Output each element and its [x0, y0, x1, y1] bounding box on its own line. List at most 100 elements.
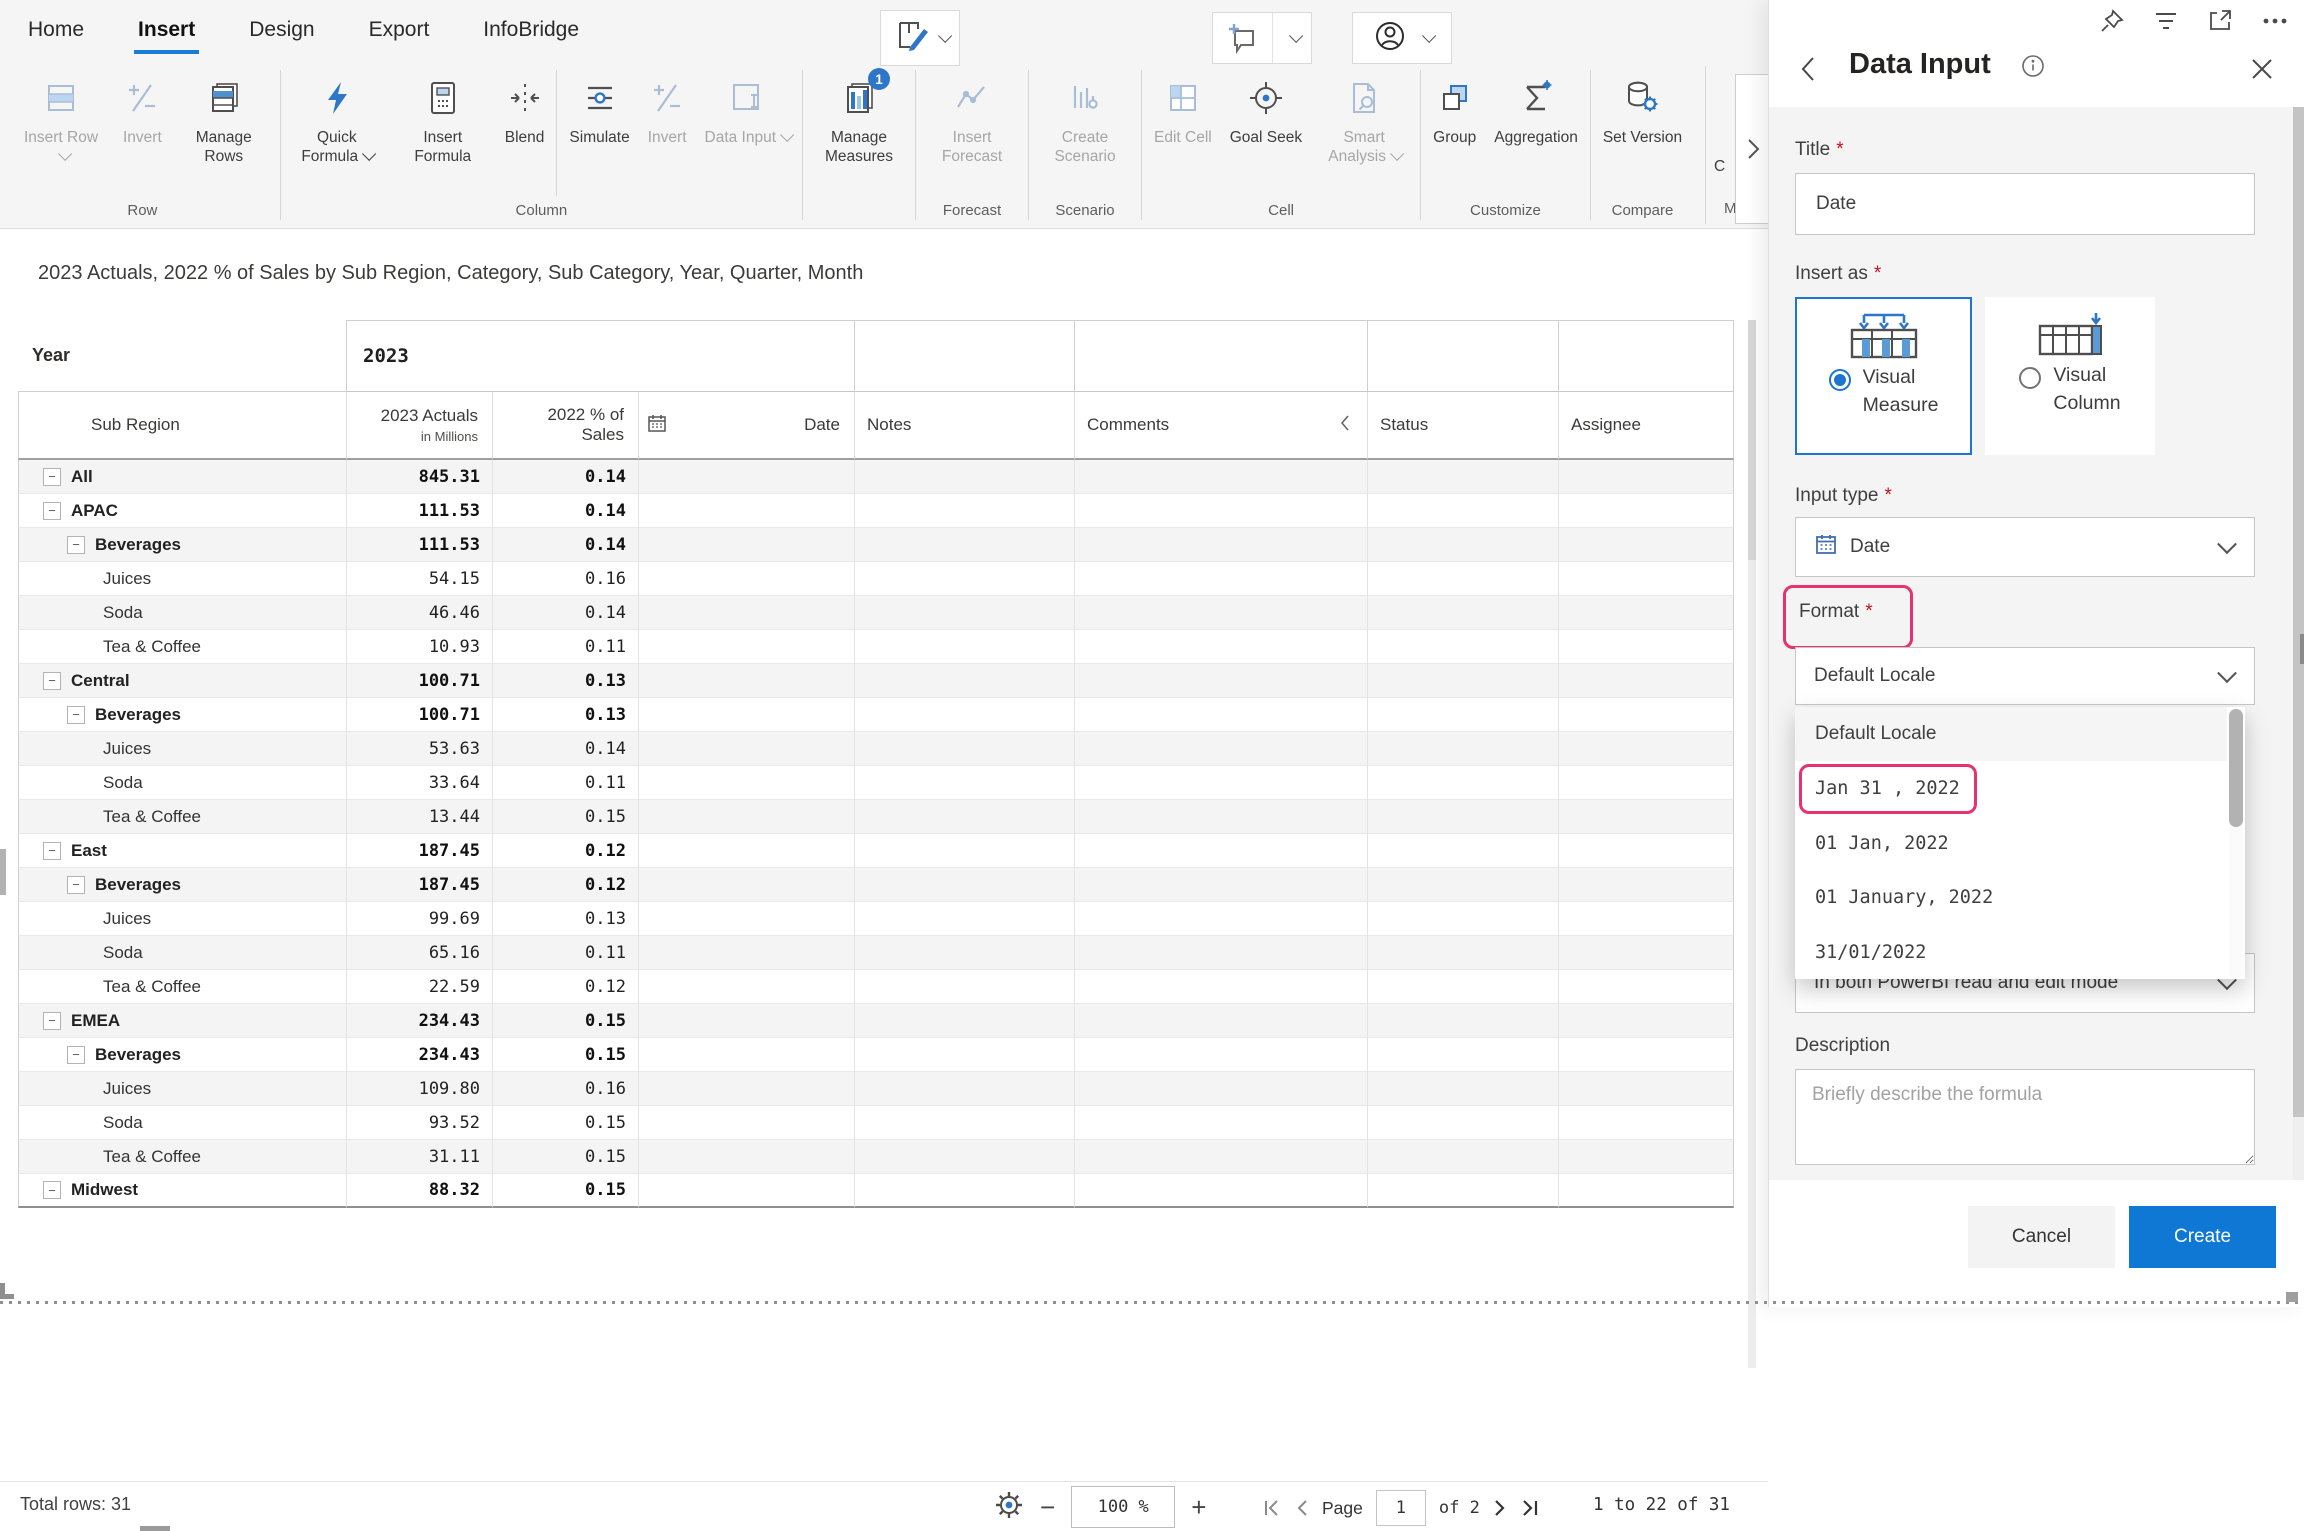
actuals-value-cell[interactable]: 93.52 — [346, 1106, 492, 1140]
pct-sales-value-cell[interactable]: 0.13 — [492, 664, 638, 698]
insert-formula-button[interactable]: Insert Formula — [390, 66, 496, 166]
pct-sales-value-cell[interactable]: 0.14 — [492, 732, 638, 766]
date-cell[interactable] — [638, 868, 854, 902]
row-name-cell[interactable]: Soda — [18, 936, 346, 970]
manage-measures-button[interactable]: 1Manage Measures — [806, 66, 912, 166]
assignee-cell[interactable] — [1558, 1072, 1734, 1106]
notes-cell[interactable] — [854, 1174, 1074, 1208]
column-header-date[interactable]: Date — [638, 392, 854, 460]
collapse-row-icon[interactable]: − — [43, 502, 61, 520]
actuals-value-cell[interactable]: 54.15 — [346, 562, 492, 596]
row-name-cell[interactable]: −EMEA — [18, 1004, 346, 1038]
notes-cell[interactable] — [854, 630, 1074, 664]
column-header-status[interactable]: Status — [1367, 392, 1558, 460]
status-cell[interactable] — [1367, 460, 1558, 494]
visual-column-card[interactable]: Visual Column — [1985, 297, 2155, 455]
format-option[interactable]: 31/01/2022 — [1795, 925, 2227, 979]
assignee-cell[interactable] — [1558, 902, 1734, 936]
date-cell[interactable] — [638, 1038, 854, 1072]
actuals-value-cell[interactable]: 31.11 — [346, 1140, 492, 1174]
format-option-annotated[interactable]: Jan 31 , 2022 — [1795, 761, 2227, 815]
comments-cell[interactable] — [1074, 834, 1367, 868]
collapse-row-icon[interactable]: − — [67, 876, 85, 894]
row-name-cell[interactable]: −Central — [18, 664, 346, 698]
assignee-cell[interactable] — [1558, 1174, 1734, 1208]
comments-cell[interactable] — [1074, 528, 1367, 562]
pct-sales-value-cell[interactable]: 0.14 — [492, 528, 638, 562]
status-cell[interactable] — [1367, 766, 1558, 800]
collapse-row-icon[interactable]: − — [43, 672, 61, 690]
notes-cell[interactable] — [854, 494, 1074, 528]
status-cell[interactable] — [1367, 1004, 1558, 1038]
collapse-row-icon[interactable]: − — [67, 706, 85, 724]
pct-sales-value-cell[interactable]: 0.16 — [492, 562, 638, 596]
data-input-button[interactable]: Data Input — [696, 66, 800, 147]
row-name-cell[interactable]: −Midwest — [18, 1174, 346, 1208]
actuals-value-cell[interactable]: 187.45 — [346, 834, 492, 868]
status-cell[interactable] — [1367, 1140, 1558, 1174]
assignee-cell[interactable] — [1558, 834, 1734, 868]
pct-sales-value-cell[interactable]: 0.12 — [492, 868, 638, 902]
year-value-cell[interactable]: 2023 — [346, 320, 854, 392]
notes-cell[interactable] — [854, 732, 1074, 766]
smart-analysis-button[interactable]: Smart Analysis — [1311, 66, 1417, 166]
status-cell[interactable] — [1367, 630, 1558, 664]
actuals-value-cell[interactable]: 10.93 — [346, 630, 492, 664]
notes-cell[interactable] — [854, 936, 1074, 970]
row-name-cell[interactable]: −All — [18, 460, 346, 494]
close-icon[interactable] — [2249, 56, 2275, 87]
status-cell[interactable] — [1367, 1174, 1558, 1208]
row-name-cell[interactable]: Soda — [18, 596, 346, 630]
actuals-value-cell[interactable]: 100.71 — [346, 664, 492, 698]
assignee-cell[interactable] — [1558, 1106, 1734, 1140]
status-cell[interactable] — [1367, 834, 1558, 868]
status-cell[interactable] — [1367, 698, 1558, 732]
status-cell[interactable] — [1367, 936, 1558, 970]
settings-gear-icon[interactable] — [994, 1490, 1024, 1525]
description-textarea[interactable] — [1795, 1069, 2255, 1165]
actuals-value-cell[interactable]: 53.63 — [346, 732, 492, 766]
comments-cell[interactable] — [1074, 868, 1367, 902]
tab-infobridge[interactable]: InfoBridge — [481, 14, 581, 46]
date-cell[interactable] — [638, 1174, 854, 1208]
notes-cell[interactable] — [854, 596, 1074, 630]
date-cell[interactable] — [638, 1106, 854, 1140]
more-options-icon[interactable] — [2261, 8, 2289, 39]
pct-sales-value-cell[interactable]: 0.13 — [492, 698, 638, 732]
collapse-row-icon[interactable]: − — [43, 1181, 61, 1199]
pct-sales-value-cell[interactable]: 0.14 — [492, 596, 638, 630]
actuals-value-cell[interactable]: 33.64 — [346, 766, 492, 800]
notes-cell[interactable] — [854, 800, 1074, 834]
first-page-icon[interactable] — [1262, 1498, 1282, 1518]
status-cell[interactable] — [1367, 528, 1558, 562]
pct-sales-value-cell[interactable]: 0.14 — [492, 494, 638, 528]
chevron-down-icon[interactable] — [1273, 33, 1311, 43]
date-cell[interactable] — [638, 1004, 854, 1038]
row-name-cell[interactable]: Juices — [18, 902, 346, 936]
date-cell[interactable] — [638, 460, 854, 494]
collapse-left-icon[interactable] — [1339, 414, 1351, 437]
status-cell[interactable] — [1367, 1072, 1558, 1106]
back-icon[interactable] — [1797, 54, 1819, 89]
simulate-button[interactable]: Simulate — [560, 66, 638, 147]
row-name-cell[interactable]: −Beverages — [18, 868, 346, 902]
format-option[interactable]: Default Locale — [1795, 707, 2227, 761]
pct-sales-value-cell[interactable]: 0.15 — [492, 1004, 638, 1038]
collapse-row-icon[interactable]: − — [43, 468, 61, 486]
assignee-cell[interactable] — [1558, 1004, 1734, 1038]
column-header-notes[interactable]: Notes — [854, 392, 1074, 460]
format-option[interactable]: 01 January, 2022 — [1795, 870, 2227, 924]
comments-cell[interactable] — [1074, 766, 1367, 800]
date-cell[interactable] — [638, 936, 854, 970]
row-name-cell[interactable]: Tea & Coffee — [18, 970, 346, 1004]
comments-cell[interactable] — [1074, 732, 1367, 766]
date-cell[interactable] — [638, 596, 854, 630]
status-cell[interactable] — [1367, 596, 1558, 630]
zoom-out-button[interactable]: − — [1040, 1494, 1055, 1520]
notes-cell[interactable] — [854, 664, 1074, 698]
pct-sales-value-cell[interactable]: 0.13 — [492, 902, 638, 936]
row-name-cell[interactable]: Soda — [18, 1106, 346, 1140]
pct-sales-value-cell[interactable]: 0.15 — [492, 1140, 638, 1174]
date-cell[interactable] — [638, 732, 854, 766]
row-name-cell[interactable]: Soda — [18, 766, 346, 800]
